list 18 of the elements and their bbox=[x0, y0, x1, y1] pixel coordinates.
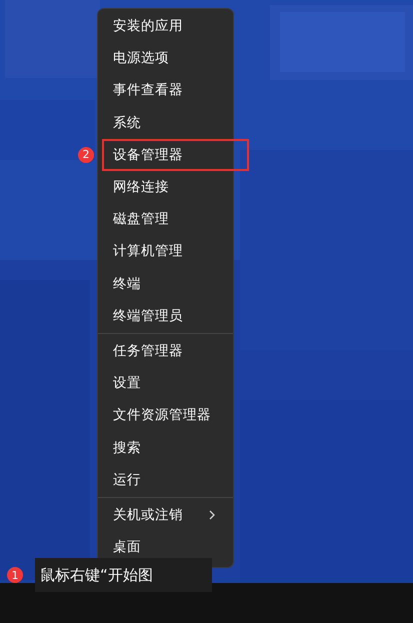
menu-item[interactable]: 安装的应用 bbox=[102, 10, 229, 42]
menu-item[interactable]: 搜索 bbox=[102, 431, 229, 464]
menu-item[interactable]: 网络连接 bbox=[102, 170, 229, 204]
menu-item[interactable]: 电源选项 bbox=[102, 42, 229, 74]
menu-item[interactable]: 设置 bbox=[102, 367, 229, 400]
menu-item[interactable]: 系统 bbox=[102, 106, 229, 139]
menu-item[interactable]: 事件查看器 bbox=[102, 74, 229, 107]
menu-item[interactable]: 终端管理员 bbox=[102, 300, 229, 332]
menu-item[interactable]: 终端 bbox=[102, 268, 229, 300]
menu-item[interactable]: 磁盘管理 bbox=[102, 203, 229, 236]
menu-item[interactable]: 关机或注销 bbox=[102, 498, 229, 531]
menu-item[interactable]: 设备管理器 bbox=[102, 138, 249, 171]
menu-item[interactable]: 计算机管理 bbox=[102, 235, 229, 268]
menu-item[interactable]: 任务管理器 bbox=[102, 334, 229, 368]
menu-item[interactable]: 运行 bbox=[102, 464, 229, 496]
chevron-icon bbox=[209, 510, 215, 520]
menu-item[interactable]: 文件资源管理器 bbox=[102, 399, 229, 432]
tooltip: 鼠标右键“开始图 bbox=[35, 558, 212, 592]
